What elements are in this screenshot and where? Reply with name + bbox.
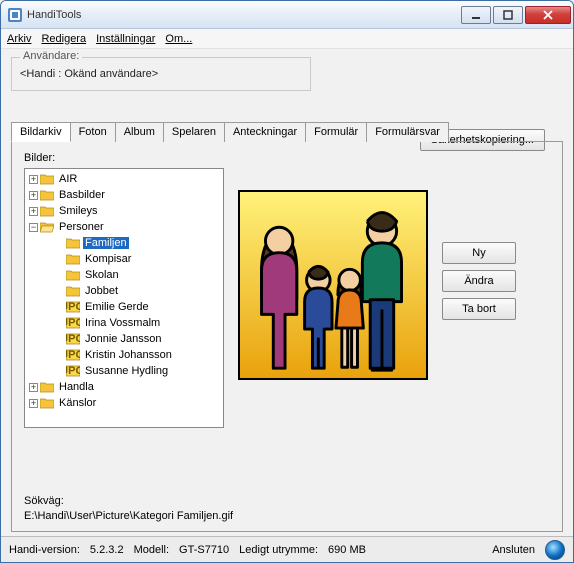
minimize-button[interactable] bbox=[461, 6, 491, 24]
user-value: <Handi : Okänd användare> bbox=[20, 68, 302, 80]
status-space-value: 690 MB bbox=[328, 544, 366, 556]
status-space-label: Ledigt utrymme: bbox=[239, 544, 318, 556]
preview-area: Ny Ändra Ta bort bbox=[238, 168, 550, 484]
menu-arkiv[interactable]: Arkiv bbox=[7, 33, 31, 45]
folder-icon bbox=[66, 269, 80, 281]
expand-spacer bbox=[55, 239, 64, 248]
path-value: E:\Handi\User\Picture\Kategori Familjen.… bbox=[24, 509, 550, 523]
path-area: Sökväg: E:\Handi\User\Picture\Kategori F… bbox=[24, 494, 550, 523]
folder-icon bbox=[40, 397, 54, 409]
tree-node-skolan[interactable]: Skolan bbox=[25, 267, 223, 283]
image-file-icon: JPG bbox=[66, 349, 80, 361]
menu-om[interactable]: Om... bbox=[165, 33, 192, 45]
status-version-value: 5.2.3.2 bbox=[90, 544, 124, 556]
status-connection: Ansluten bbox=[492, 544, 535, 556]
menubar: Arkiv Redigera Inställningar Om... bbox=[1, 29, 573, 49]
image-file-icon: JPG bbox=[66, 333, 80, 345]
svg-text:JPG: JPG bbox=[66, 333, 80, 345]
folder-icon bbox=[40, 173, 54, 185]
menu-installningar[interactable]: Inställningar bbox=[96, 33, 155, 45]
vista-orb-icon bbox=[545, 540, 565, 560]
tree-label-selected: Familjen bbox=[83, 237, 129, 249]
tab-album[interactable]: Album bbox=[115, 122, 164, 142]
status-model-label: Modell: bbox=[134, 544, 169, 556]
status-bar: Handi-version: 5.2.3.2 Modell: GT-S7710 … bbox=[1, 536, 573, 562]
maximize-button[interactable] bbox=[493, 6, 523, 24]
status-version-label: Handi-version: bbox=[9, 544, 80, 556]
svg-text:JPG: JPG bbox=[66, 317, 80, 329]
app-icon bbox=[7, 7, 23, 23]
tree-node-irina[interactable]: JPG Irina Vossmalm bbox=[25, 315, 223, 331]
tree-node-jonnie[interactable]: JPG Jonnie Jansson bbox=[25, 331, 223, 347]
tab-spelaren[interactable]: Spelaren bbox=[163, 122, 225, 142]
close-button[interactable] bbox=[525, 6, 571, 24]
client-area: Användare: <Handi : Okänd användare> Säk… bbox=[1, 49, 573, 536]
tree-view[interactable]: + AIR + Basbilder + Smileys bbox=[24, 168, 224, 428]
svg-text:JPG: JPG bbox=[66, 365, 80, 377]
tree-node-jobbet[interactable]: Jobbet bbox=[25, 283, 223, 299]
tab-formularsvar[interactable]: Formulärsvar bbox=[366, 122, 449, 142]
bilder-label: Bilder: bbox=[24, 152, 550, 164]
folder-icon bbox=[40, 189, 54, 201]
window-title: HandiTools bbox=[27, 9, 461, 21]
expand-icon[interactable]: + bbox=[29, 207, 38, 216]
delete-button[interactable]: Ta bort bbox=[442, 298, 516, 320]
user-group: Användare: <Handi : Okänd användare> bbox=[11, 57, 311, 91]
family-illustration bbox=[240, 192, 426, 378]
folder-icon bbox=[40, 205, 54, 217]
image-preview bbox=[238, 190, 428, 380]
mid-area: + AIR + Basbilder + Smileys bbox=[24, 168, 550, 484]
tab-anteckningar[interactable]: Anteckningar bbox=[224, 122, 306, 142]
expand-icon[interactable]: + bbox=[29, 175, 38, 184]
titlebar: HandiTools bbox=[1, 1, 573, 29]
new-button[interactable]: Ny bbox=[442, 242, 516, 264]
tab-panel-bildarkiv: Bilder: + AIR + Basbilder + bbox=[11, 142, 563, 532]
folder-open-icon bbox=[40, 221, 54, 233]
expand-icon[interactable]: + bbox=[29, 399, 38, 408]
tree-node-personer[interactable]: − Personer bbox=[25, 219, 223, 235]
tree-node-handla[interactable]: + Handla bbox=[25, 379, 223, 395]
tab-formular[interactable]: Formulär bbox=[305, 122, 367, 142]
status-model-value: GT-S7710 bbox=[179, 544, 229, 556]
window-controls bbox=[461, 6, 573, 24]
folder-icon bbox=[66, 253, 80, 265]
tree-node-familjen[interactable]: Familjen bbox=[25, 235, 223, 251]
menu-redigera[interactable]: Redigera bbox=[41, 33, 86, 45]
window: HandiTools Arkiv Redigera Inställningar … bbox=[0, 0, 574, 563]
expand-icon[interactable]: + bbox=[29, 383, 38, 392]
svg-text:JPG: JPG bbox=[66, 301, 80, 313]
svg-text:JPG: JPG bbox=[66, 349, 80, 361]
tree-node-susanne[interactable]: JPG Susanne Hydling bbox=[25, 363, 223, 379]
folder-icon bbox=[66, 237, 80, 249]
tree-node-kristin[interactable]: JPG Kristin Johansson bbox=[25, 347, 223, 363]
collapse-icon[interactable]: − bbox=[29, 223, 38, 232]
tab-bildarkiv[interactable]: Bildarkiv bbox=[11, 122, 71, 142]
tab-bar: Bildarkiv Foton Album Spelaren Antecknin… bbox=[11, 121, 563, 142]
path-label: Sökväg: bbox=[24, 494, 550, 508]
top-row: Användare: <Handi : Okänd användare> Säk… bbox=[11, 57, 563, 91]
tree-node-emilie[interactable]: JPG Emilie Gerde bbox=[25, 299, 223, 315]
tab-foton[interactable]: Foton bbox=[70, 122, 116, 142]
tree-node-basbilder[interactable]: + Basbilder bbox=[25, 187, 223, 203]
tree-node-kanslor[interactable]: + Känslor bbox=[25, 395, 223, 411]
folder-icon bbox=[40, 381, 54, 393]
user-group-legend: Användare: bbox=[20, 50, 82, 62]
tree-node-smileys[interactable]: + Smileys bbox=[25, 203, 223, 219]
tree-node-kompisar[interactable]: Kompisar bbox=[25, 251, 223, 267]
tree-node-air[interactable]: + AIR bbox=[25, 171, 223, 187]
image-file-icon: JPG bbox=[66, 317, 80, 329]
folder-icon bbox=[66, 285, 80, 297]
image-file-icon: JPG bbox=[66, 365, 80, 377]
expand-icon[interactable]: + bbox=[29, 191, 38, 200]
side-buttons: Ny Ändra Ta bort bbox=[442, 242, 516, 320]
edit-button[interactable]: Ändra bbox=[442, 270, 516, 292]
image-file-icon: JPG bbox=[66, 301, 80, 313]
